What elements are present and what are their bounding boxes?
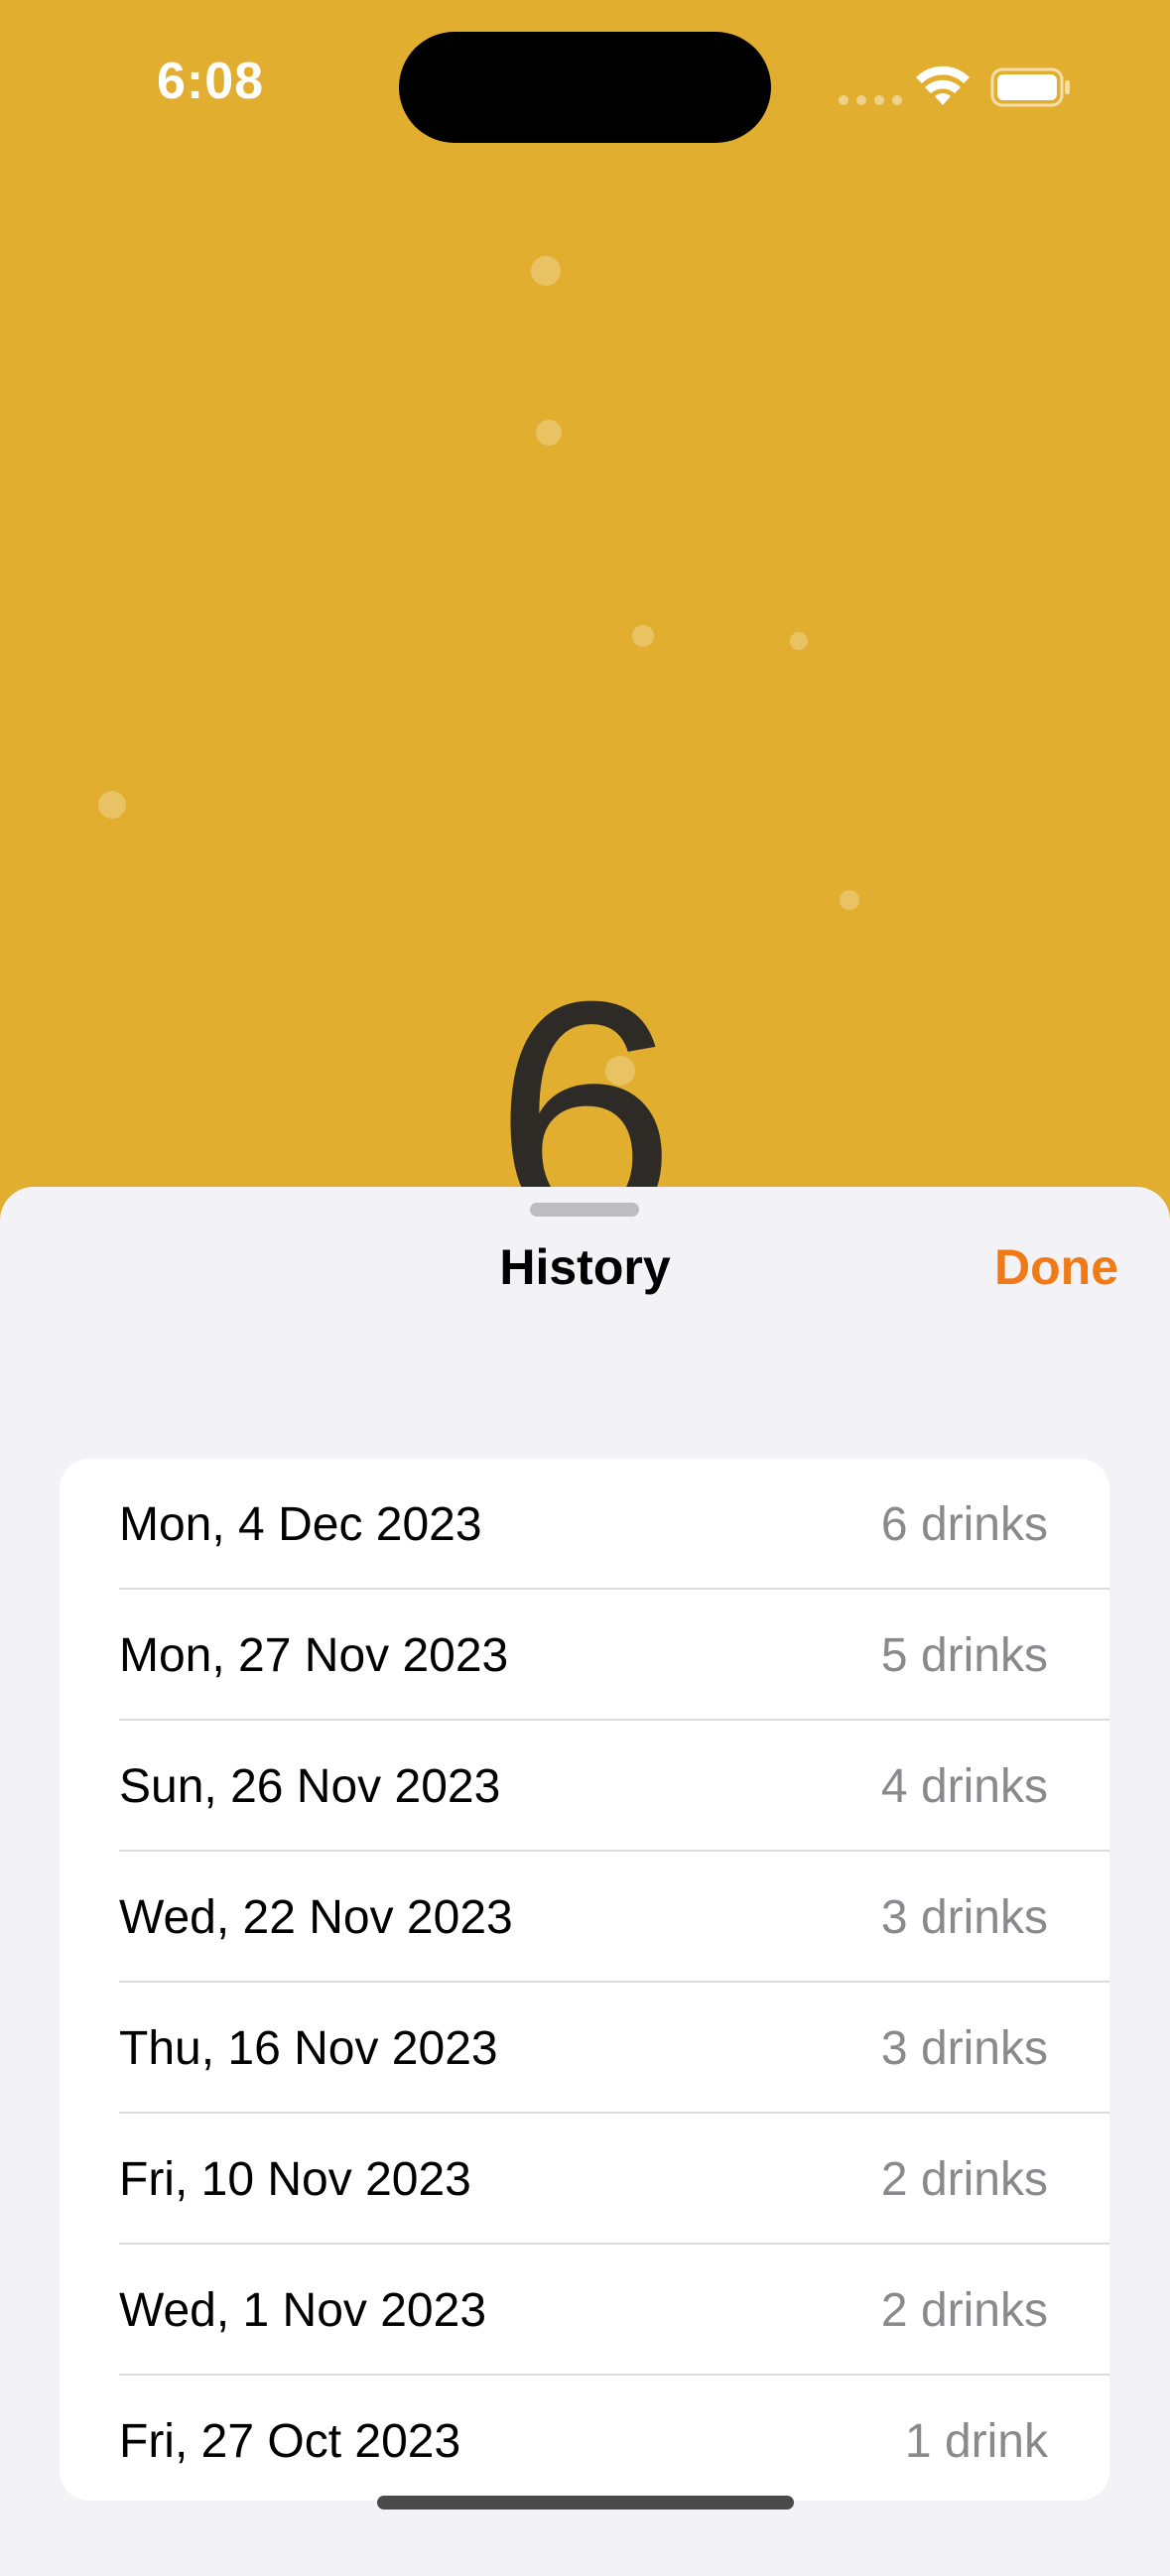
row-count: 5 drinks xyxy=(880,1628,1048,1682)
history-row[interactable]: Wed, 1 Nov 2023 2 drinks xyxy=(60,2245,1109,2376)
history-row[interactable]: Sun, 26 Nov 2023 4 drinks xyxy=(60,1721,1109,1852)
wifi-icon xyxy=(916,65,970,105)
row-count: 6 drinks xyxy=(880,1497,1048,1551)
sheet-grabber[interactable] xyxy=(530,1203,639,1217)
bubble xyxy=(790,632,808,650)
row-date: Wed, 22 Nov 2023 xyxy=(119,1890,513,1944)
bubble xyxy=(531,256,561,286)
history-row[interactable]: Fri, 27 Oct 2023 1 drink xyxy=(60,2376,1109,2501)
row-count: 2 drinks xyxy=(880,2283,1048,2337)
dynamic-island xyxy=(399,32,771,143)
row-date: Mon, 27 Nov 2023 xyxy=(119,1628,509,1682)
status-time: 6:08 xyxy=(157,53,265,110)
history-sheet: History Done Mon, 4 Dec 2023 6 drinks Mo… xyxy=(0,1187,1170,2576)
row-count: 3 drinks xyxy=(880,1890,1048,1944)
history-row[interactable]: Mon, 4 Dec 2023 6 drinks xyxy=(60,1459,1109,1590)
row-date: Wed, 1 Nov 2023 xyxy=(119,2283,487,2337)
history-row[interactable]: Fri, 10 Nov 2023 2 drinks xyxy=(60,2114,1109,2245)
row-count: 1 drink xyxy=(904,2414,1048,2468)
done-button[interactable]: Done xyxy=(994,1238,1118,1296)
bubble xyxy=(98,791,126,819)
history-row[interactable]: Thu, 16 Nov 2023 3 drinks xyxy=(60,1983,1109,2114)
row-date: Fri, 10 Nov 2023 xyxy=(119,2152,471,2206)
battery-icon xyxy=(990,67,1070,107)
row-date: Thu, 16 Nov 2023 xyxy=(119,2021,498,2075)
bubble xyxy=(840,890,859,910)
history-row[interactable]: Mon, 27 Nov 2023 5 drinks xyxy=(60,1590,1109,1721)
row-count: 2 drinks xyxy=(880,2152,1048,2206)
home-indicator[interactable] xyxy=(377,2496,794,2510)
row-date: Sun, 26 Nov 2023 xyxy=(119,1759,501,1813)
history-list: Mon, 4 Dec 2023 6 drinks Mon, 27 Nov 202… xyxy=(60,1459,1109,2501)
history-row[interactable]: Wed, 22 Nov 2023 3 drinks xyxy=(60,1852,1109,1983)
bubble xyxy=(632,625,654,647)
row-count: 4 drinks xyxy=(880,1759,1048,1813)
row-date: Mon, 4 Dec 2023 xyxy=(119,1497,482,1551)
bubble xyxy=(536,420,562,446)
row-count: 3 drinks xyxy=(880,2021,1048,2075)
cellular-signal-icon xyxy=(839,95,902,105)
row-date: Fri, 27 Oct 2023 xyxy=(119,2414,461,2468)
